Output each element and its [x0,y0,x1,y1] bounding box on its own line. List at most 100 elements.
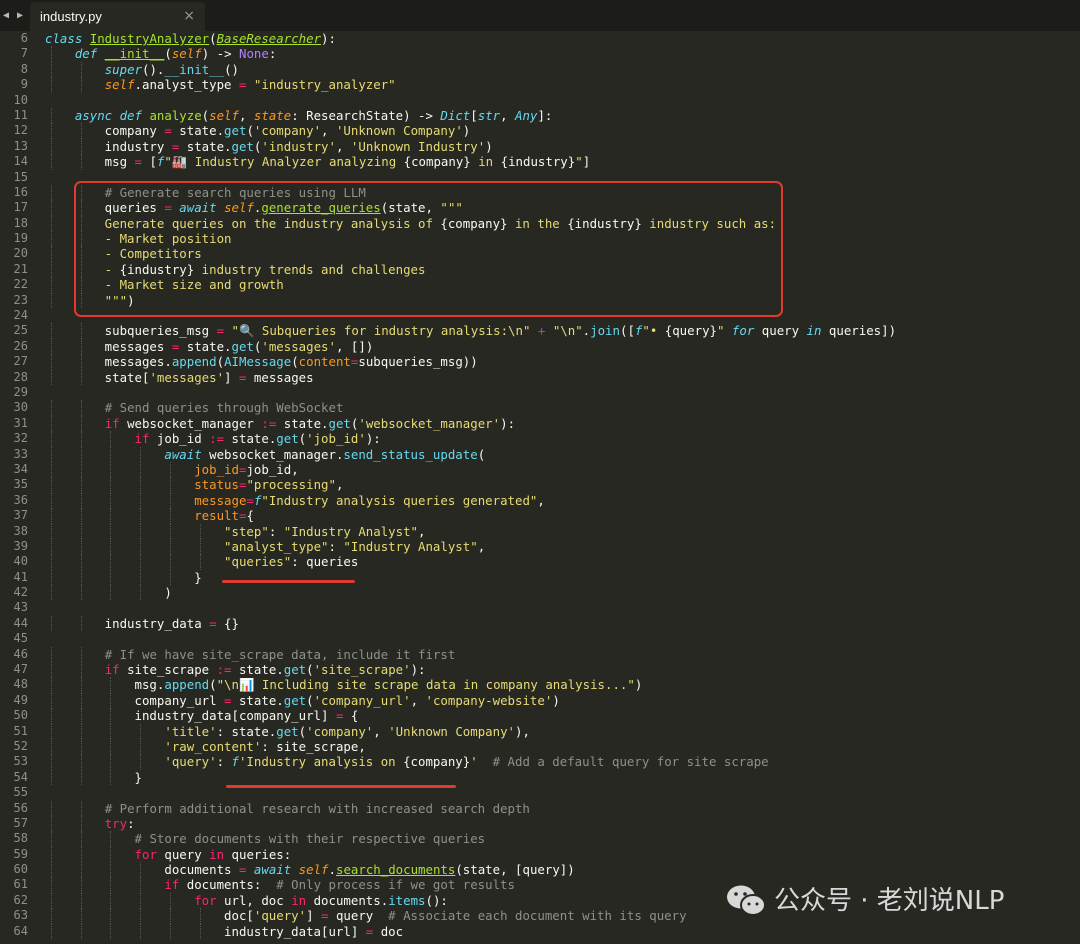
code-line: super().__init__() [45,61,1080,78]
code-token: ) [485,138,493,154]
line-number: 11 [13,107,28,122]
code-token: await [253,862,299,878]
code-token: documents [45,862,239,878]
code-token: class [45,31,90,46]
code-token: 'title' [164,723,217,739]
code-line: # Store documents with their respective … [45,831,1080,847]
code-token: ]: [537,107,553,123]
code-token: websocket_manager [119,415,262,431]
indent-guide [199,923,201,940]
indent-guide [50,61,52,78]
indent-guide [80,400,82,416]
line-number: 9 [20,77,28,92]
tab-nav-arrows[interactable]: ◀ ▶ [0,0,28,31]
indent-guide [140,585,142,601]
line-number: 25 [13,323,28,338]
indent-guide [110,677,112,693]
code-token: ): [365,431,381,447]
indent-guide [50,492,52,509]
code-token: ): [321,31,336,46]
code-token: ] [306,908,322,924]
line-number: 19 [13,231,28,246]
code-token: query [156,846,210,862]
code-token: := [261,415,277,431]
indent-guide [80,800,82,816]
code-token: () [224,61,239,77]
indent-guide [50,815,52,832]
line-number: 57 [13,815,28,830]
code-token: := [209,431,225,447]
code-line: messages = state.get('messages', []) [45,338,1080,355]
tab-industry-py[interactable]: industry.py × [30,2,205,31]
line-number: 28 [13,369,28,384]
indent-guide [50,877,52,893]
indent-guide [170,492,171,509]
code-token: self [298,862,329,878]
code-token: in [209,846,225,862]
code-token: messages [45,338,172,354]
line-number: 15 [13,169,28,184]
indent-guide [50,754,52,770]
code-token: await [164,446,210,462]
code-area[interactable]: class IndustryAnalyzer(BaseResearcher): … [45,31,1080,940]
code-token: get [328,415,351,431]
code-line: 'title': state.get('company', 'Unknown C… [45,723,1080,739]
code-token: , [537,492,545,508]
indent-guide [110,585,112,601]
wechat-icon [727,885,766,916]
code-token: ( [246,123,254,139]
indent-guide [140,923,142,940]
line-number: 21 [13,261,28,276]
code-token: , [335,138,351,154]
indent-guide [110,738,112,755]
code-token: append [164,677,210,693]
code-editor[interactable]: 6 7 8 9 10 11 12 13 14 15 16 17 18 19 20 21 22 23 24 25 26 27… [0,31,1080,944]
code-line: 'query': f'Industry analysis on {company… [45,754,1080,770]
code-token: for [194,892,217,908]
line-number: 55 [13,785,28,800]
code-token: "\n" [552,323,583,339]
code-token: # Only process if we got results [276,877,515,893]
code-token: "industry_analyzer" [253,77,396,93]
indent-guide [50,461,52,478]
code-token: {company} [403,754,471,770]
indent-guide [110,877,112,893]
indent-guide [80,831,82,847]
indent-guide [140,446,142,462]
code-token: state. [179,338,232,354]
line-number: 31 [13,415,28,430]
indent-guide [199,523,201,539]
code-token: (): [425,892,448,908]
code-token: 'job_id' [306,431,366,447]
code-token: subqueries_msg)) [358,354,478,370]
line-number: 42 [13,585,28,600]
code-token: state. [179,138,232,154]
code-line: # If we have site_scrape data, include i… [45,646,1080,663]
code-line: "queries": queries [45,554,1080,570]
code-token: if [104,662,120,678]
code-token: # Send queries through WebSocket [104,400,344,416]
line-number: 41 [13,569,28,584]
indent-guide [140,508,142,524]
close-icon[interactable]: × [183,2,195,31]
indent-guide [80,754,82,770]
indent-guide [80,677,82,693]
code-token: result [194,508,239,524]
indent-guide [110,892,112,909]
code-token: 'Unknown Industry' [350,138,486,154]
indent-guide [50,277,52,293]
indent-guide [140,461,142,478]
line-number: 26 [13,338,28,353]
code-token: get [224,123,247,139]
code-token: : [127,815,135,831]
code-token: , [373,723,389,739]
